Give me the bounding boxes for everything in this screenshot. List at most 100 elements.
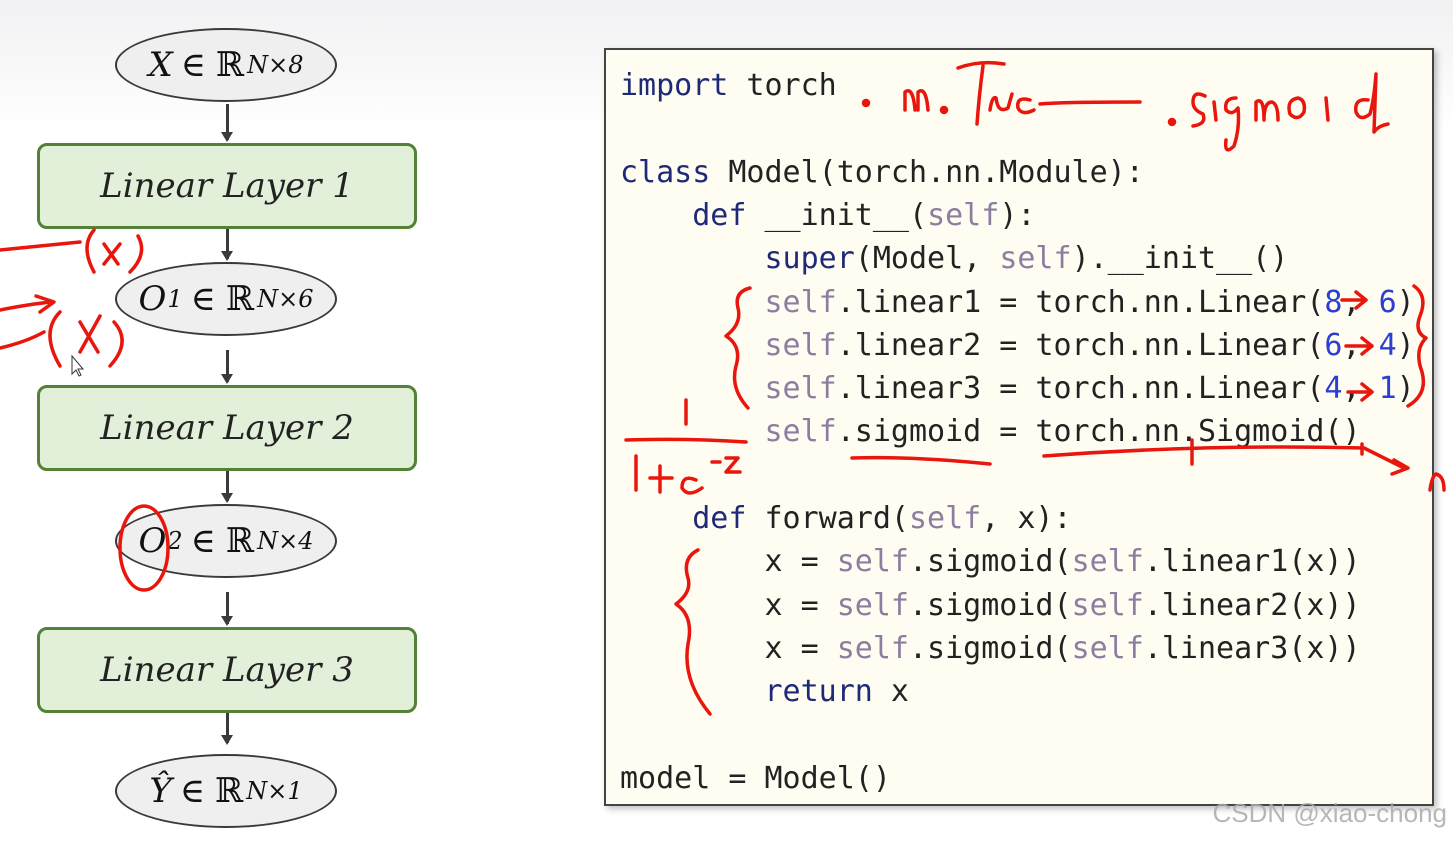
code-token: self	[1071, 544, 1144, 580]
real-set-symbol: ℝ	[225, 279, 255, 319]
flow-arrow	[221, 229, 233, 261]
code-token: .linear1 = torch.nn.Linear(	[836, 284, 1325, 320]
output-node: Ŷ ∈ ℝ N×1	[115, 754, 337, 828]
code-token: .sigmoid(	[909, 630, 1072, 666]
node-symbol: O	[138, 279, 167, 319]
code-token: .linear2(x))	[1143, 587, 1361, 623]
node-dims: N×1	[246, 777, 303, 805]
node-symbol: X	[148, 45, 173, 85]
code-token: 6	[1378, 284, 1397, 320]
code-token: self	[764, 284, 837, 320]
code-token: .linear2 = torch.nn.Linear(	[836, 327, 1325, 363]
code-token: self	[836, 587, 909, 623]
code-token: .linear3 = torch.nn.Linear(	[836, 371, 1325, 407]
handwriting-x-left-2	[0, 294, 124, 368]
code-token: self	[764, 371, 837, 407]
code-line: self.linear2 = torch.nn.Linear(6, 4)	[620, 328, 1415, 364]
node-symbol: Ŷ	[149, 771, 172, 811]
code-token: self	[927, 197, 1000, 233]
code-token: 4	[1324, 371, 1343, 407]
code-token: torch	[728, 68, 837, 103]
linear-layer-1: Linear Layer 1	[37, 143, 417, 229]
code-token: class	[620, 154, 711, 190]
handwriting-x-left-1	[0, 228, 144, 274]
linear-layer-3: Linear Layer 3	[37, 627, 417, 713]
flow-arrow	[221, 350, 233, 384]
code-token: (Model,	[854, 241, 1000, 277]
hidden-node-2: O2 ∈ ℝ N×4	[115, 504, 337, 578]
node-dims: N×4	[257, 527, 314, 555]
flow-arrow	[221, 471, 233, 503]
code-token: 6	[1324, 327, 1343, 363]
watermark: CSDN @xiao-chong	[1212, 798, 1447, 828]
node-dims: N×6	[257, 285, 314, 313]
code-token: return	[764, 674, 873, 710]
code-token: self	[764, 327, 837, 363]
code-token: Model(torch.nn.Module):	[710, 154, 1144, 190]
code-token: super	[764, 241, 855, 277]
linear-layer-2: Linear Layer 2	[37, 385, 417, 471]
code-line: model = Model()	[620, 761, 891, 797]
node-symbol: O	[138, 521, 167, 561]
node-dims: N×8	[247, 51, 304, 79]
code-token: forward(	[746, 501, 909, 536]
real-set-symbol: ℝ	[225, 521, 255, 561]
element-of-symbol: ∈	[179, 771, 205, 811]
code-token: .linear3(x))	[1143, 630, 1361, 666]
code-token: import	[620, 68, 729, 103]
code-line: x = self.sigmoid(self.linear3(x))	[620, 630, 1361, 667]
code-token: self	[836, 544, 909, 580]
code-token: , x):	[981, 501, 1072, 536]
code-token: self	[1071, 587, 1144, 623]
code-line: class Model(torch.nn.Module):	[620, 155, 1144, 191]
flow-arrow	[221, 592, 233, 626]
code-token: )	[1396, 371, 1415, 407]
code-line: def forward(self, x):	[620, 501, 1072, 537]
code-token: def	[692, 197, 747, 233]
node-superscript: 2	[167, 527, 183, 555]
code-token: model = Model()	[620, 760, 891, 796]
code-token: ,	[1342, 284, 1379, 320]
code-token: .sigmoid(	[909, 587, 1072, 623]
code-token: self	[764, 414, 837, 450]
code-token: self	[836, 630, 909, 666]
hidden-node-1: O1 ∈ ℝ N×6	[115, 262, 337, 336]
code-token: 8	[1324, 284, 1343, 320]
code-token: .sigmoid = torch.nn.Sigmoid()	[836, 414, 1361, 450]
code-token: )	[1396, 327, 1415, 363]
code-line: def __init__(self):	[620, 198, 1035, 234]
code-token: self	[909, 501, 982, 536]
code-line: self.sigmoid = torch.nn.Sigmoid()	[620, 414, 1361, 450]
element-of-symbol: ∈	[180, 45, 206, 85]
code-token: ,	[1342, 371, 1379, 407]
code-token: x =	[620, 630, 837, 666]
input-node: X ∈ ℝ N×8	[115, 28, 337, 102]
code-token: 1	[1378, 371, 1397, 407]
mouse-cursor-icon	[71, 354, 85, 377]
code-token: ).__init__()	[1071, 241, 1289, 277]
code-token: 4	[1378, 327, 1397, 363]
code-line: super(Model, self).__init__()	[620, 241, 1289, 277]
code-token: self	[999, 241, 1072, 277]
code-token: def	[692, 501, 747, 536]
code-token: .linear1(x))	[1143, 544, 1361, 580]
element-of-symbol: ∈	[190, 521, 216, 561]
real-set-symbol: ℝ	[214, 771, 244, 811]
code-token: .sigmoid(	[909, 544, 1072, 580]
flow-arrow	[221, 104, 233, 142]
element-of-symbol: ∈	[190, 279, 216, 319]
code-token: __init__(	[746, 197, 928, 233]
code-line: return x	[620, 674, 910, 710]
code-token: )	[1396, 284, 1415, 320]
code-panel: import torch class Model(torch.nn.Module)…	[604, 48, 1434, 806]
node-superscript: 1	[167, 285, 183, 313]
code-token: x =	[620, 544, 837, 580]
